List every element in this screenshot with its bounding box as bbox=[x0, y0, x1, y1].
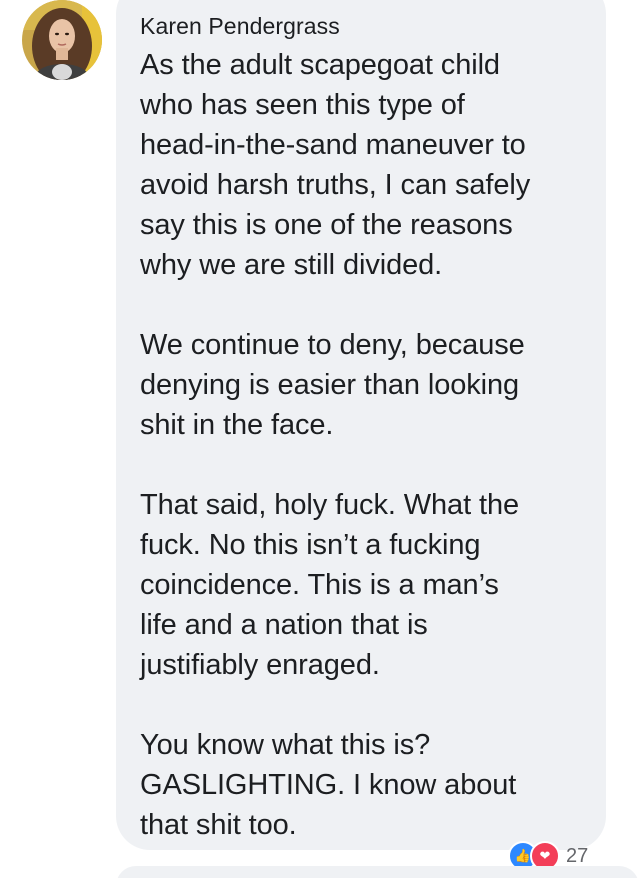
comment-paragraph: That said, holy fuck. What the fuck. No … bbox=[140, 489, 520, 681]
avatar[interactable] bbox=[22, 0, 102, 80]
comment-body: As the adult scapegoat child who has see… bbox=[140, 45, 600, 845]
comment-paragraph: You know what this is? GASLIGHTING. I kn… bbox=[140, 729, 517, 841]
comment-author-name[interactable]: Karen Pendergrass bbox=[140, 13, 340, 40]
profile-photo bbox=[22, 0, 102, 80]
reaction-summary[interactable]: 👍 ❤ 27 bbox=[508, 841, 589, 871]
comment-paragraph: We continue to deny, because denying is … bbox=[140, 329, 525, 441]
comment-thread: Karen Pendergrass As the adult scapegoat… bbox=[0, 0, 639, 878]
reaction-count: 27 bbox=[566, 844, 589, 867]
next-comment-bubble bbox=[116, 866, 639, 878]
comment-paragraph: As the adult scapegoat child who has see… bbox=[140, 49, 531, 281]
